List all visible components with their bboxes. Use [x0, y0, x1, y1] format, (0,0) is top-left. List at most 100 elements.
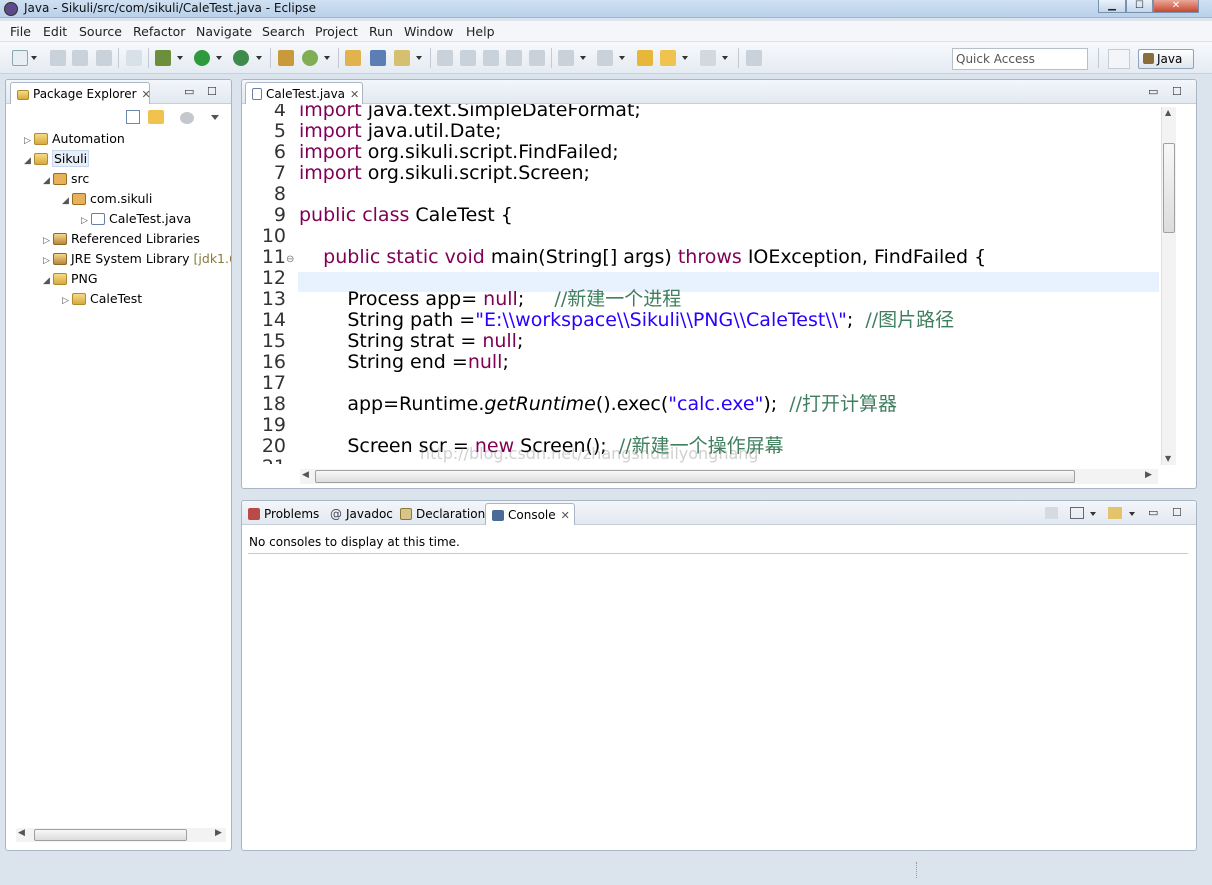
new-class-icon[interactable] [302, 50, 318, 66]
pin-editor-icon[interactable] [746, 50, 762, 66]
toggle-block-icon[interactable] [460, 50, 476, 66]
menu-search[interactable]: Search [262, 24, 305, 39]
scrollbar-thumb[interactable] [34, 829, 187, 841]
code-line[interactable]: 17 [246, 373, 299, 394]
display-console-icon[interactable] [1070, 507, 1084, 519]
tab-console[interactable]: Console ✕ [485, 503, 575, 525]
scrollbar-thumb[interactable] [315, 470, 1075, 483]
java-perspective-button[interactable]: Java [1138, 49, 1194, 69]
scroll-left-icon[interactable]: ◀ [302, 470, 309, 480]
code-line[interactable]: 14 String path ="E:\\workspace\\Sikuli\\… [246, 310, 954, 331]
open-type-icon[interactable] [345, 50, 361, 66]
tree-item-caletest-folder[interactable]: ▷ CaleTest [62, 291, 142, 309]
expand-arrow-icon[interactable]: ▷ [43, 236, 53, 246]
maximize-icon[interactable]: ☐ [207, 85, 217, 98]
code-line[interactable]: 19 [246, 415, 299, 436]
close-button[interactable]: ✕ [1153, 0, 1199, 13]
close-icon[interactable]: ✕ [350, 88, 359, 101]
chevron-down-icon[interactable] [31, 56, 37, 60]
code-line[interactable]: 10 [246, 226, 299, 247]
menu-run[interactable]: Run [369, 24, 393, 39]
tree-item-automation[interactable]: ▷ Automation [24, 131, 125, 149]
chevron-down-icon[interactable] [619, 56, 625, 60]
chevron-down-icon[interactable] [580, 56, 586, 60]
close-icon[interactable]: ✕ [142, 88, 151, 101]
chevron-down-icon[interactable] [211, 115, 219, 120]
open-console-icon[interactable] [1108, 507, 1122, 519]
maximize-button[interactable]: ☐ [1126, 0, 1153, 13]
chevron-down-icon[interactable] [256, 56, 262, 60]
tree-item-referenced-libraries[interactable]: ▷ Referenced Libraries [43, 231, 200, 249]
package-explorer-hscrollbar[interactable]: ◀ ▶ [16, 828, 226, 842]
scrollbar-thumb[interactable] [1163, 143, 1175, 233]
menu-project[interactable]: Project [315, 24, 358, 39]
collapse-arrow-icon[interactable]: ◢ [43, 176, 53, 186]
pin-console-icon[interactable] [1045, 507, 1058, 519]
minimize-icon[interactable]: ▭ [1148, 85, 1158, 98]
chevron-down-icon[interactable] [1090, 512, 1096, 516]
run-icon[interactable] [194, 50, 210, 66]
chevron-down-icon[interactable] [416, 56, 422, 60]
menu-refactor[interactable]: Refactor [133, 24, 185, 39]
toggle-breadcrumb-icon[interactable] [529, 50, 545, 66]
debug-icon[interactable] [155, 50, 171, 66]
scroll-right-icon[interactable]: ▶ [215, 828, 222, 838]
code-line[interactable]: 15 String strat = null; [246, 331, 524, 352]
tree-item-png[interactable]: ◢ PNG [43, 271, 98, 289]
chevron-down-icon[interactable] [682, 56, 688, 60]
maximize-icon[interactable]: ☐ [1172, 85, 1182, 98]
toggle-whitespace-icon[interactable] [483, 50, 499, 66]
code-line[interactable]: 8 [246, 184, 299, 205]
code-line[interactable]: 4 import java.text.SimpleDateFormat; [246, 104, 641, 121]
code-line[interactable]: 9 public class CaleTest { [246, 205, 513, 226]
minimize-button[interactable]: ▁ [1098, 0, 1126, 13]
maximize-icon[interactable]: ☐ [1172, 506, 1182, 519]
scroll-up-icon[interactable]: ▲ [1165, 108, 1171, 117]
scroll-left-icon[interactable]: ◀ [18, 828, 25, 838]
scroll-down-icon[interactable]: ▼ [1165, 454, 1171, 463]
chevron-down-icon[interactable] [1129, 512, 1135, 516]
tree-item-src[interactable]: ◢ src [43, 171, 89, 189]
menu-file[interactable]: File [10, 24, 31, 39]
tab-caletest-java[interactable]: CaleTest.java ✕ [245, 82, 363, 104]
minimize-icon[interactable]: ▭ [1148, 506, 1158, 519]
editor-vscrollbar[interactable]: ▲ ▼ [1161, 107, 1176, 465]
search-icon[interactable] [394, 50, 410, 66]
quick-access-input[interactable]: Quick Access [952, 48, 1088, 70]
tree-item-sikuli[interactable]: ◢ Sikuli [24, 150, 90, 169]
tab-problems[interactable]: Problems [248, 507, 319, 521]
tab-javadoc[interactable]: @ Javadoc [330, 507, 393, 521]
collapse-arrow-icon[interactable]: ◢ [43, 276, 53, 286]
expand-arrow-icon[interactable]: ▷ [81, 216, 91, 226]
skip-breakpoints-icon[interactable] [126, 50, 142, 66]
next-annotation-icon[interactable] [558, 50, 574, 66]
back-arrow-icon[interactable] [660, 50, 676, 66]
open-perspective-icon[interactable] [1108, 49, 1130, 69]
close-icon[interactable]: ✕ [561, 509, 570, 522]
chevron-down-icon[interactable] [216, 56, 222, 60]
expand-arrow-icon[interactable]: ▷ [24, 136, 34, 146]
forward-arrow-icon[interactable] [700, 50, 716, 66]
save-all-icon[interactable] [72, 50, 88, 66]
new-java-project-icon[interactable] [278, 50, 294, 66]
code-line[interactable]: 16 String end =null; [246, 352, 509, 373]
expand-arrow-icon[interactable]: ▷ [43, 256, 53, 266]
chevron-down-icon[interactable] [324, 56, 330, 60]
expand-arrow-icon[interactable]: ▷ [62, 296, 72, 306]
chevron-down-icon[interactable] [177, 56, 183, 60]
open-task-icon[interactable] [370, 50, 386, 66]
link-with-editor-icon[interactable] [148, 110, 164, 124]
code-line[interactable]: 21 [246, 457, 299, 465]
last-edit-location-icon[interactable] [637, 50, 653, 66]
tree-item-jre-system-library[interactable]: ▷ JRE System Library [jdk1.6 [43, 251, 231, 269]
collapse-all-icon[interactable] [126, 110, 140, 124]
external-tools-icon[interactable] [233, 50, 249, 66]
code-editor[interactable]: ⊖ 4 import java.text.SimpleDateFormat; 5 im… [246, 104, 1159, 464]
previous-annotation-icon[interactable] [597, 50, 613, 66]
tab-declaration[interactable]: Declaration [400, 507, 485, 521]
menu-help[interactable]: Help [466, 24, 495, 39]
code-line[interactable]: 13 Process app= null; //新建一个进程 [246, 289, 681, 310]
collapse-arrow-icon[interactable]: ◢ [62, 196, 72, 206]
view-menu-filter-icon[interactable] [180, 112, 194, 124]
status-bar-grip[interactable] [916, 862, 919, 878]
